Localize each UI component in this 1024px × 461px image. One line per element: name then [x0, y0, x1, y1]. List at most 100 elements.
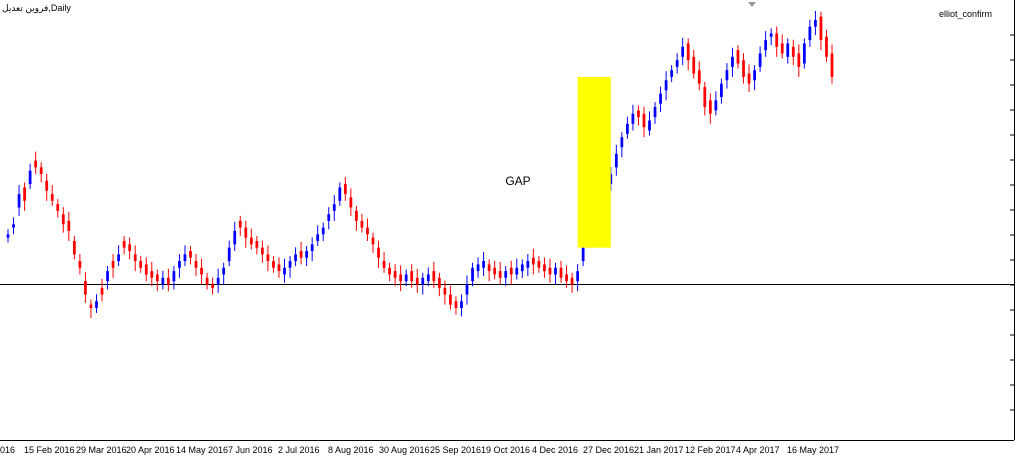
candle-body — [249, 237, 253, 245]
candle-body — [200, 267, 203, 275]
candle-body — [144, 264, 148, 275]
candle-body — [725, 70, 729, 81]
candle-body — [222, 267, 226, 275]
candle-body — [576, 271, 579, 282]
candle-body — [509, 267, 513, 275]
candle-body — [178, 261, 181, 268]
candle-body — [56, 204, 60, 211]
candle-body — [642, 113, 646, 128]
candle-body — [426, 274, 430, 282]
candle-body — [349, 197, 353, 208]
candle-body — [421, 277, 425, 285]
x-tick-label: 016 — [0, 445, 16, 455]
candle-body — [791, 46, 795, 57]
candle-body — [205, 277, 209, 285]
candle-body — [117, 254, 120, 262]
candle-body — [100, 287, 104, 295]
candle-body — [155, 274, 159, 282]
candle-body — [664, 80, 668, 91]
price-axis — [1014, 0, 1024, 440]
candle-body — [620, 137, 624, 148]
candle-body — [686, 43, 690, 61]
candle-body — [543, 264, 546, 272]
candle-body — [78, 261, 82, 268]
x-tick-label: 12 Feb 2017 — [685, 445, 736, 455]
candle-body — [166, 277, 170, 285]
candle-body — [39, 167, 43, 175]
candle-body — [244, 227, 248, 238]
candle-body — [482, 261, 485, 268]
candle-body — [437, 277, 441, 288]
candle-body — [227, 247, 231, 262]
candle-body — [736, 50, 740, 64]
x-tick-label: 25 Sep 2016 — [430, 445, 482, 455]
x-tick-label: 19 Oct 2016 — [481, 445, 531, 455]
candle-body — [747, 73, 751, 84]
candle-body — [338, 187, 342, 201]
x-tick-label: 4 Dec 2016 — [532, 445, 579, 455]
indicator-label: elliot_confirm — [938, 9, 992, 19]
candle-body — [819, 16, 823, 41]
x-tick-label: 8 Aug 2016 — [328, 445, 374, 455]
candle-body — [17, 194, 21, 208]
candle-body — [830, 53, 834, 77]
candle-body — [23, 187, 26, 201]
candle-body — [653, 107, 657, 118]
x-tick-label: 14 May 2016 — [176, 445, 229, 455]
chart-window: فروین تعدیل,Daily elliot_confirm GAP 016… — [0, 0, 1024, 460]
candle-body — [454, 301, 458, 308]
candle-body — [465, 284, 469, 295]
candle-body — [233, 230, 237, 245]
candle-body — [714, 100, 718, 111]
x-tick-label: 29 Mar 2016 — [76, 445, 127, 455]
candle-body — [172, 271, 176, 282]
gap-rectangle[interactable] — [577, 76, 611, 248]
candle-body — [565, 274, 568, 282]
candle-body — [410, 271, 414, 282]
candle-body — [460, 301, 463, 308]
candle-body — [133, 254, 137, 262]
candle-body — [150, 271, 154, 278]
candle-body — [122, 240, 126, 248]
candle-body — [780, 43, 784, 54]
candle-body — [548, 267, 552, 275]
candle-body — [504, 271, 508, 278]
candle-body — [692, 56, 696, 74]
candle-body — [681, 46, 685, 57]
x-tick-label: 21 Jan 2017 — [634, 445, 684, 455]
candle-body — [802, 43, 806, 64]
candle-body — [343, 184, 347, 195]
candle-body — [321, 227, 325, 235]
x-tick-label: 27 Dec 2016 — [583, 445, 635, 455]
candle-body — [758, 53, 762, 67]
candle-body — [675, 60, 679, 67]
gap-label: GAP — [505, 174, 531, 188]
candle-body — [366, 227, 369, 235]
x-tick-label: 7 Jun 2016 — [228, 445, 273, 455]
candle-body — [825, 36, 828, 57]
candle-body — [697, 70, 701, 84]
candle-body — [305, 251, 309, 258]
candle-body — [498, 271, 502, 278]
candle-body — [106, 271, 109, 282]
candle-body — [720, 83, 723, 98]
candle-body — [526, 261, 530, 268]
candle-body — [443, 287, 447, 295]
candle-body — [261, 247, 264, 255]
candle-body — [515, 267, 519, 275]
chart-shift-marker-icon[interactable] — [748, 2, 756, 7]
chart-title: فروین تعدیل,Daily — [2, 3, 71, 13]
candle-body — [537, 261, 541, 268]
candle-body — [808, 26, 812, 41]
candle-body — [786, 43, 790, 57]
candle-body — [404, 274, 408, 282]
candle-body — [45, 180, 49, 191]
candle-body — [28, 170, 32, 185]
candle-body — [554, 267, 557, 275]
candle-body — [316, 234, 320, 241]
candle-body — [731, 56, 734, 67]
x-tick-label: 15 Feb 2016 — [24, 445, 75, 455]
candle-body — [775, 33, 779, 47]
candle-body — [626, 123, 629, 134]
candle-body — [393, 271, 397, 278]
